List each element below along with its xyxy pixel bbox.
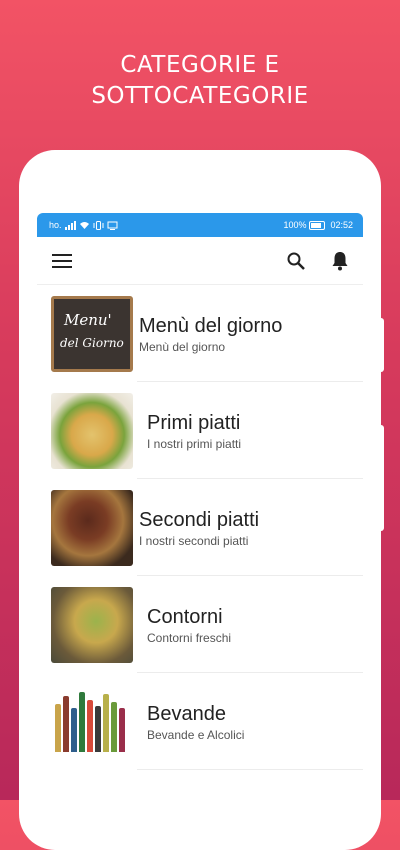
vibrate-icon <box>93 220 104 230</box>
vegetables-image <box>51 586 133 663</box>
clock: 02:52 <box>330 220 353 230</box>
chalkboard-image: Menu' del Giorno <box>51 295 133 372</box>
category-subtitle: I nostri primi piatti <box>147 436 242 451</box>
app-bar <box>37 237 363 285</box>
list-item[interactable]: Secondi piatti I nostri secondi piatti <box>37 479 363 576</box>
list-item[interactable]: Primi piatti I nostri primi piatti <box>37 382 363 479</box>
chalkboard-text-line2: del Giorno <box>60 335 124 350</box>
screen-cast-icon <box>107 221 118 230</box>
signal-icon <box>64 220 76 230</box>
category-list: Menu' del Giorno Menù del giorno Menù de… <box>37 285 363 770</box>
category-title: Menù del giorno <box>139 314 283 337</box>
list-item[interactable]: Bevande Bevande e Alcolici <box>37 673 363 770</box>
category-subtitle: I nostri secondi piatti <box>139 533 249 548</box>
app-screen: ho. 100% 02:52 Menu' del Giorno Menù del… <box>37 213 363 813</box>
promo-title-line1: CATEGORIE E <box>120 52 280 78</box>
search-icon[interactable] <box>285 250 307 272</box>
phone-side-button <box>379 318 384 372</box>
category-subtitle: Menù del giorno <box>139 339 226 354</box>
bell-icon[interactable] <box>329 250 351 272</box>
battery-icon <box>309 220 326 230</box>
list-item[interactable]: Contorni Contorni freschi <box>37 576 363 673</box>
hamburger-menu-icon[interactable] <box>51 250 73 272</box>
category-title: Contorni <box>147 605 223 628</box>
list-item[interactable]: Menu' del Giorno Menù del giorno Menù de… <box>37 285 363 382</box>
wifi-icon <box>79 221 89 229</box>
carrier-label: ho. <box>49 220 62 230</box>
bottles-image <box>51 683 133 760</box>
status-bar: ho. 100% 02:52 <box>37 213 363 237</box>
pasta-image <box>51 392 133 469</box>
category-subtitle: Contorni freschi <box>147 630 232 645</box>
phone-side-button <box>379 425 384 531</box>
battery-percent: 100% <box>283 220 307 230</box>
promo-title-line2: SOTTOCATEGORIE <box>91 83 309 109</box>
category-title: Bevande <box>147 702 226 725</box>
category-subtitle: Bevande e Alcolici <box>147 727 245 742</box>
steak-image <box>51 489 133 566</box>
category-title: Primi piatti <box>147 411 241 434</box>
category-title: Secondi piatti <box>139 508 260 531</box>
chalkboard-text-line1: Menu' <box>64 310 112 329</box>
promo-title: CATEGORIE E SOTTOCATEGORIE <box>0 50 400 112</box>
